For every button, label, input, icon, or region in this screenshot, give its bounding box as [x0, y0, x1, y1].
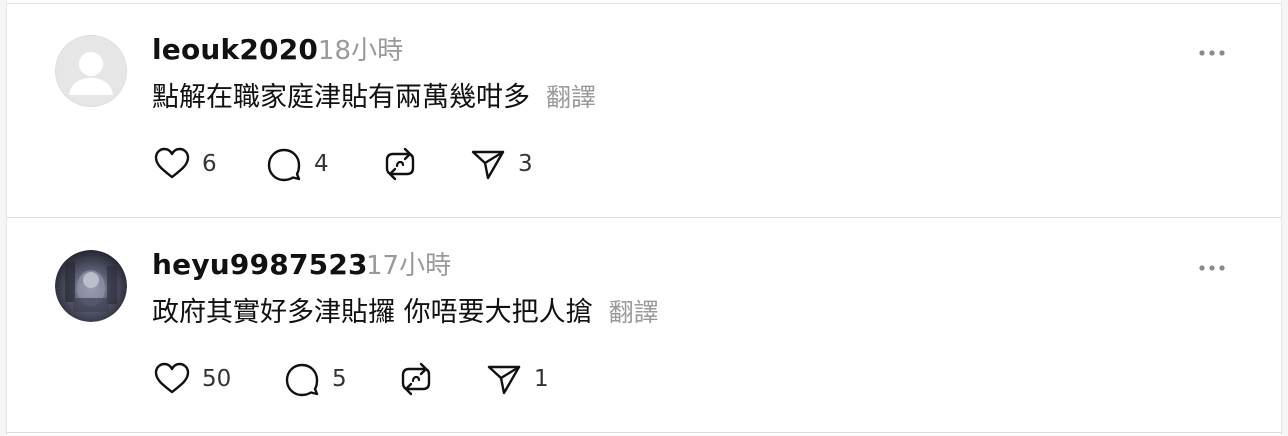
share-button[interactable]: 1: [484, 359, 549, 399]
reply-button[interactable]: 4: [264, 144, 329, 184]
username[interactable]: heyu9987523: [152, 247, 368, 283]
comment-icon: [267, 148, 301, 182]
photo-avatar-icon: [55, 250, 127, 322]
heart-icon: [154, 362, 190, 394]
avatar[interactable]: [55, 250, 127, 322]
translate-link[interactable]: 翻譯: [546, 83, 596, 112]
like-count: 50: [202, 366, 232, 392]
post-content: 點解在職家庭津貼有兩萬幾咁多 翻譯: [152, 80, 596, 116]
send-icon: [471, 150, 505, 180]
share-button[interactable]: 3: [468, 144, 533, 184]
repost-button[interactable]: [396, 359, 436, 399]
comment-icon: [285, 363, 319, 397]
share-count: 1: [534, 366, 549, 392]
translate-link[interactable]: 翻譯: [609, 298, 659, 327]
repost-button[interactable]: [380, 144, 420, 184]
post-content: 政府其實好多津貼攞 你唔要大把人搶 翻譯: [152, 295, 659, 331]
post-item: heyu9987523 17小時 政府其實好多津貼攞 你唔要大把人搶翻譯 50: [7, 219, 1281, 433]
repost-icon: [401, 362, 431, 396]
username[interactable]: leouk2020: [152, 32, 318, 68]
post-text: 點解在職家庭津貼有兩萬幾咁多: [152, 82, 530, 113]
like-button[interactable]: 6: [152, 144, 217, 184]
post-text: 政府其實好多津貼攞 你唔要大把人搶: [152, 297, 593, 328]
heart-icon: [154, 147, 190, 179]
like-button[interactable]: 50: [152, 359, 231, 399]
post-item: leouk2020 18小時 點解在職家庭津貼有兩萬幾咁多 翻譯 6 4 3: [7, 4, 1281, 218]
reply-button[interactable]: 5: [282, 359, 347, 399]
more-dots-icon[interactable]: [1197, 259, 1229, 271]
more-dots-icon[interactable]: [1197, 44, 1229, 56]
share-count: 3: [518, 151, 533, 177]
like-count: 6: [202, 151, 217, 177]
repost-icon: [385, 147, 415, 181]
timestamp[interactable]: 18小時: [318, 33, 403, 69]
reply-count: 4: [314, 151, 329, 177]
default-avatar-icon: [55, 35, 127, 107]
timestamp[interactable]: 17小時: [366, 248, 451, 284]
reply-count: 5: [332, 366, 347, 392]
avatar[interactable]: [55, 35, 127, 107]
send-icon: [487, 365, 521, 395]
thread-feed: leouk2020 18小時 點解在職家庭津貼有兩萬幾咁多 翻譯 6 4 3 h…: [6, 0, 1282, 436]
